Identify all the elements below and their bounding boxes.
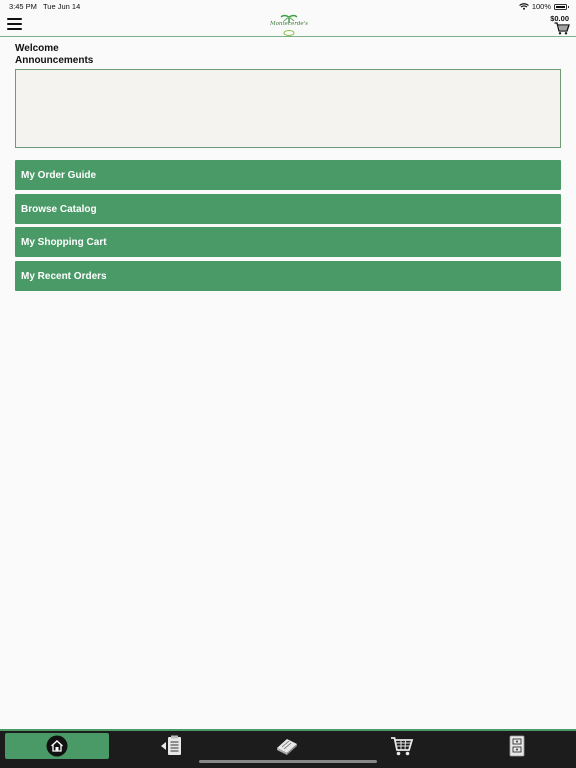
status-date: Tue Jun 14 [43,2,81,11]
catalog-icon [277,739,297,755]
battery-icon [554,3,569,10]
brand-logo: Montecerde's [269,13,309,37]
order-guide-icon [161,735,181,755]
announcements-panel [15,69,561,148]
battery-percentage: 100% [531,2,551,11]
announcements-heading: Announcements [15,55,94,66]
tab-account[interactable] [465,733,569,759]
account-icon [509,735,525,757]
browse-catalog-button[interactable]: Browse Catalog [15,194,561,224]
tab-home[interactable] [5,733,109,759]
tab-catalog[interactable] [235,733,339,759]
my-recent-orders-button[interactable]: My Recent Orders [15,261,561,291]
status-bar: 3:45 PM Tue Jun 14 100% [0,0,576,12]
cart-icon [391,737,414,756]
app-header: Montecerde's $0.00 [0,12,576,37]
welcome-heading: Welcome [15,43,59,54]
status-time: 3:45 PM [9,2,37,11]
home-icon [46,735,68,757]
shopping-cart-icon[interactable] [554,22,570,35]
hamburger-menu-icon[interactable] [7,18,22,30]
status-indicators: 100% [518,2,569,11]
my-order-guide-button[interactable]: My Order Guide [15,160,561,190]
my-shopping-cart-button[interactable]: My Shopping Cart [15,227,561,257]
home-indicator [199,760,377,763]
wifi-icon [518,3,529,10]
tab-cart[interactable] [350,733,454,759]
tab-order-guide[interactable] [120,733,224,759]
brand-logo-text: Montecerde's [269,21,309,27]
